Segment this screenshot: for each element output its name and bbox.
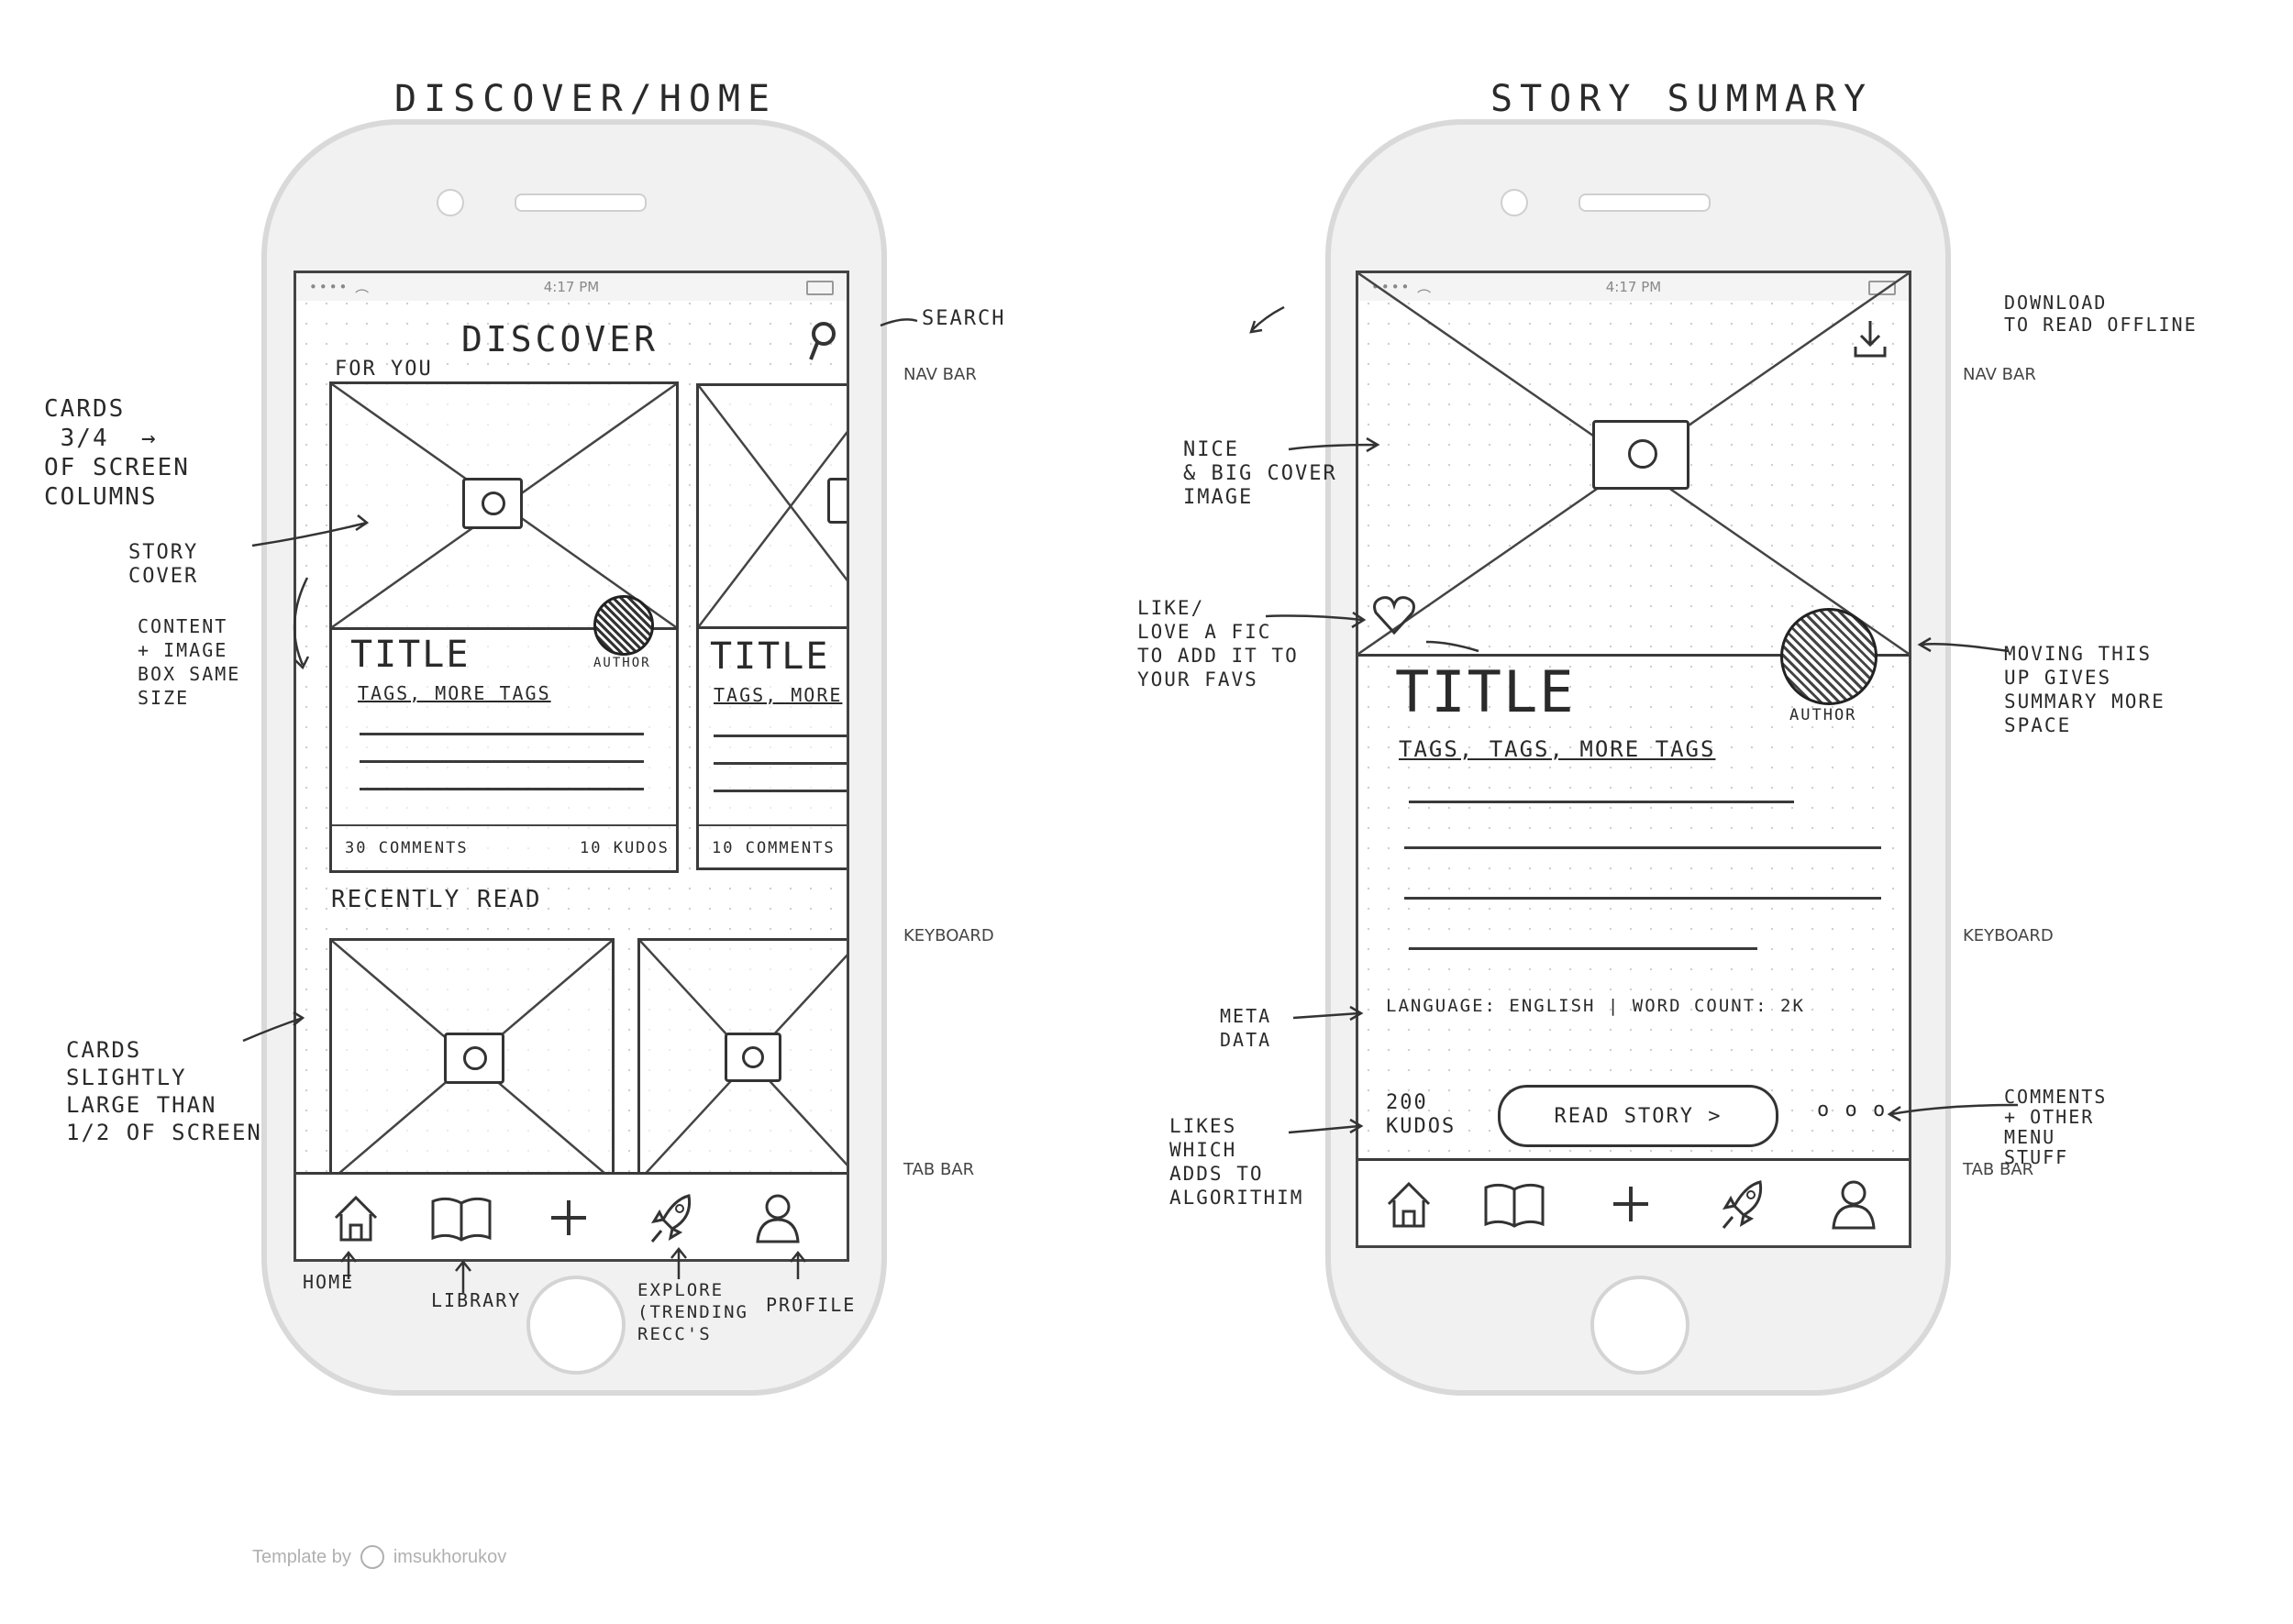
template-credit: Template by imsukhorukov bbox=[252, 1545, 506, 1569]
label-nav-bar: NAV BAR bbox=[903, 365, 977, 384]
annotation-like: LIKE/ LOVE A FIC TO ADD IT TO YOUR FAVS bbox=[1137, 597, 1299, 690]
label-keyboard: KEYBOARD bbox=[1963, 926, 2054, 945]
annotation-explore: EXPLORE (TRENDING RECC'S bbox=[637, 1280, 748, 1344]
template-by-label: Template by bbox=[252, 1546, 351, 1567]
label-tab-bar: TAB BAR bbox=[903, 1160, 975, 1179]
annotation-likes: LIKES WHICH ADDS TO ALGORITHIM bbox=[1169, 1115, 1304, 1209]
annotation-cards-three-quarter: CARDS 3/4 → OF SCREEN COLUMNS bbox=[44, 395, 190, 511]
annotation-comments-menu: COMMENTS + OTHER MENU STUFF bbox=[2004, 1086, 2108, 1168]
annotation-search: SEARCH bbox=[922, 307, 1006, 330]
dribbble-icon bbox=[360, 1545, 384, 1569]
template-author[interactable]: imsukhorukov bbox=[393, 1547, 506, 1568]
annotation-moving-avatar: MOVING THIS UP GIVES SUMMARY MORE SPACE bbox=[2004, 643, 2166, 736]
annotation-cards-half: CARDS SLIGHTLY LARGE THAN 1/2 OF SCREEN bbox=[66, 1037, 262, 1145]
annotation-story-cover: STORY COVER bbox=[128, 541, 199, 588]
annotation-content-image: CONTENT + IMAGE BOX SAME SIZE bbox=[138, 615, 241, 709]
annotation-big-cover: NICE & BIG COVER IMAGE bbox=[1183, 438, 1337, 509]
annotation-download: DOWNLOAD TO READ OFFLINE bbox=[2004, 292, 2198, 336]
label-keyboard: KEYBOARD bbox=[903, 926, 994, 945]
label-nav-bar: NAV BAR bbox=[1963, 365, 2036, 384]
annotation-meta-data: META DATA bbox=[1220, 1005, 1272, 1051]
annotation-library: LIBRARY bbox=[431, 1289, 522, 1311]
annotation-home: HOME bbox=[303, 1271, 355, 1293]
annotation-profile: PROFILE bbox=[766, 1294, 857, 1316]
